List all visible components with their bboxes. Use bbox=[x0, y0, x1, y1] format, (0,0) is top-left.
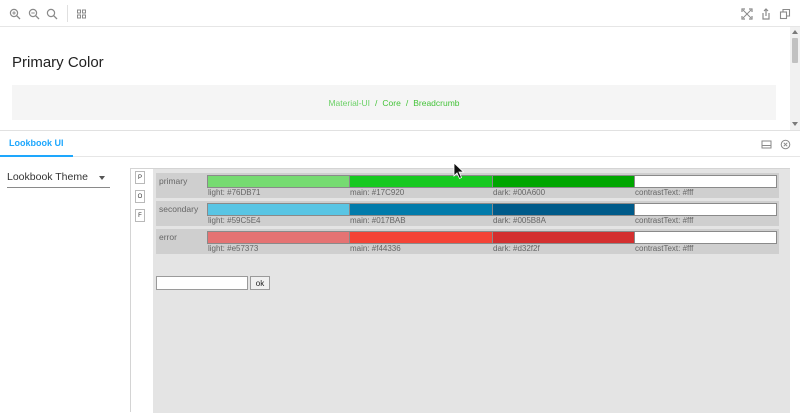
swatch-light[interactable] bbox=[207, 203, 350, 216]
palette-area: primary light: #76DB71 main: #17C920 dar… bbox=[153, 169, 790, 413]
scrollbar-thumb[interactable] bbox=[792, 38, 798, 63]
zoom-in-icon[interactable] bbox=[8, 7, 22, 21]
swatch-light[interactable] bbox=[207, 231, 350, 244]
tab-palette[interactable]: P bbox=[135, 171, 145, 184]
swatch-label: light: #59C5E4 bbox=[208, 216, 261, 225]
mouse-cursor-icon bbox=[453, 162, 465, 180]
share-icon[interactable] bbox=[759, 7, 773, 21]
inspector-tabs: P O F bbox=[135, 171, 147, 228]
theme-select[interactable]: Lookbook Theme bbox=[7, 170, 110, 188]
breadcrumb-item-breadcrumb: Breadcrumb bbox=[413, 97, 460, 108]
swatch-dark[interactable] bbox=[492, 231, 635, 244]
grid-icon[interactable] bbox=[75, 7, 89, 21]
row-name: error bbox=[159, 232, 177, 242]
zoom-out-icon[interactable] bbox=[27, 7, 41, 21]
tab-o[interactable]: O bbox=[135, 190, 145, 203]
close-panel-icon[interactable] bbox=[780, 139, 791, 150]
swatch-contrast-text[interactable] bbox=[634, 203, 777, 216]
fullscreen-icon[interactable] bbox=[740, 7, 754, 21]
swatch-label: dark: #005B8A bbox=[493, 216, 546, 225]
breadcrumb-separator: / bbox=[375, 97, 378, 108]
breadcrumb-item-material-ui[interactable]: Material-UI bbox=[328, 98, 370, 108]
theme-select-value: Lookbook Theme bbox=[7, 171, 88, 183]
row-name: secondary bbox=[159, 204, 199, 214]
swatch-contrast-text[interactable] bbox=[634, 231, 777, 244]
breadcrumb-item-core[interactable]: Core bbox=[382, 98, 400, 108]
storybook-toolbar bbox=[0, 0, 800, 27]
scroll-down-icon[interactable] bbox=[792, 122, 798, 126]
page-title: Primary Color bbox=[12, 54, 104, 71]
zoom-reset-icon[interactable] bbox=[45, 7, 59, 21]
tab-lookbook-ui[interactable]: Lookbook UI bbox=[0, 131, 73, 157]
panel-tabbar: Lookbook UI bbox=[0, 131, 800, 157]
breadcrumb: Material-UI / Core / Breadcrumb bbox=[12, 85, 776, 120]
swatch-label: light: #76DB71 bbox=[208, 188, 261, 197]
tab-f[interactable]: F bbox=[135, 209, 145, 222]
swatch-main[interactable] bbox=[349, 231, 493, 244]
palette-row-primary: primary light: #76DB71 main: #17C920 dar… bbox=[156, 173, 779, 198]
swatch-label: contrastText: #fff bbox=[635, 188, 694, 197]
palette-row-secondary: secondary light: #59C5E4 main: #017BAB d… bbox=[156, 201, 779, 226]
swatch-dark[interactable] bbox=[492, 203, 635, 216]
copy-icon[interactable] bbox=[778, 7, 792, 21]
swatch-dark[interactable] bbox=[492, 175, 635, 188]
preview-scrollbar[interactable] bbox=[790, 27, 800, 130]
addons-panel: Lookbook UI Lookbook Theme P O F primary… bbox=[0, 130, 800, 413]
panel-toggle-icon[interactable] bbox=[761, 139, 772, 150]
scroll-up-icon[interactable] bbox=[792, 30, 798, 34]
palette-inspector: P O F primary light: #76DB71 main: #17C9… bbox=[130, 168, 790, 413]
story-preview: Primary Color Material-UI / Core / Bread… bbox=[0, 27, 800, 130]
swatch-main[interactable] bbox=[349, 203, 493, 216]
swatch-label: main: #f44336 bbox=[350, 244, 401, 253]
ok-button[interactable]: ok bbox=[250, 276, 270, 290]
swatch-label: dark: #00A600 bbox=[493, 188, 546, 197]
toolbar-divider bbox=[67, 5, 68, 22]
swatch-label: contrastText: #fff bbox=[635, 216, 694, 225]
color-input[interactable] bbox=[156, 276, 248, 290]
swatch-contrast-text[interactable] bbox=[634, 175, 777, 188]
swatch-label: dark: #d32f2f bbox=[493, 244, 540, 253]
swatch-label: main: #017BAB bbox=[350, 216, 406, 225]
swatch-main[interactable] bbox=[349, 175, 493, 188]
palette-row-error: error light: #e57373 main: #f44336 dark:… bbox=[156, 229, 779, 254]
swatch-label: contrastText: #fff bbox=[635, 244, 694, 253]
swatch-label: main: #17C920 bbox=[350, 188, 405, 197]
breadcrumb-separator: / bbox=[405, 97, 409, 108]
chevron-down-icon bbox=[99, 176, 105, 180]
swatch-light[interactable] bbox=[207, 175, 350, 188]
swatch-label: light: #e57373 bbox=[208, 244, 259, 253]
row-name: primary bbox=[159, 176, 188, 186]
